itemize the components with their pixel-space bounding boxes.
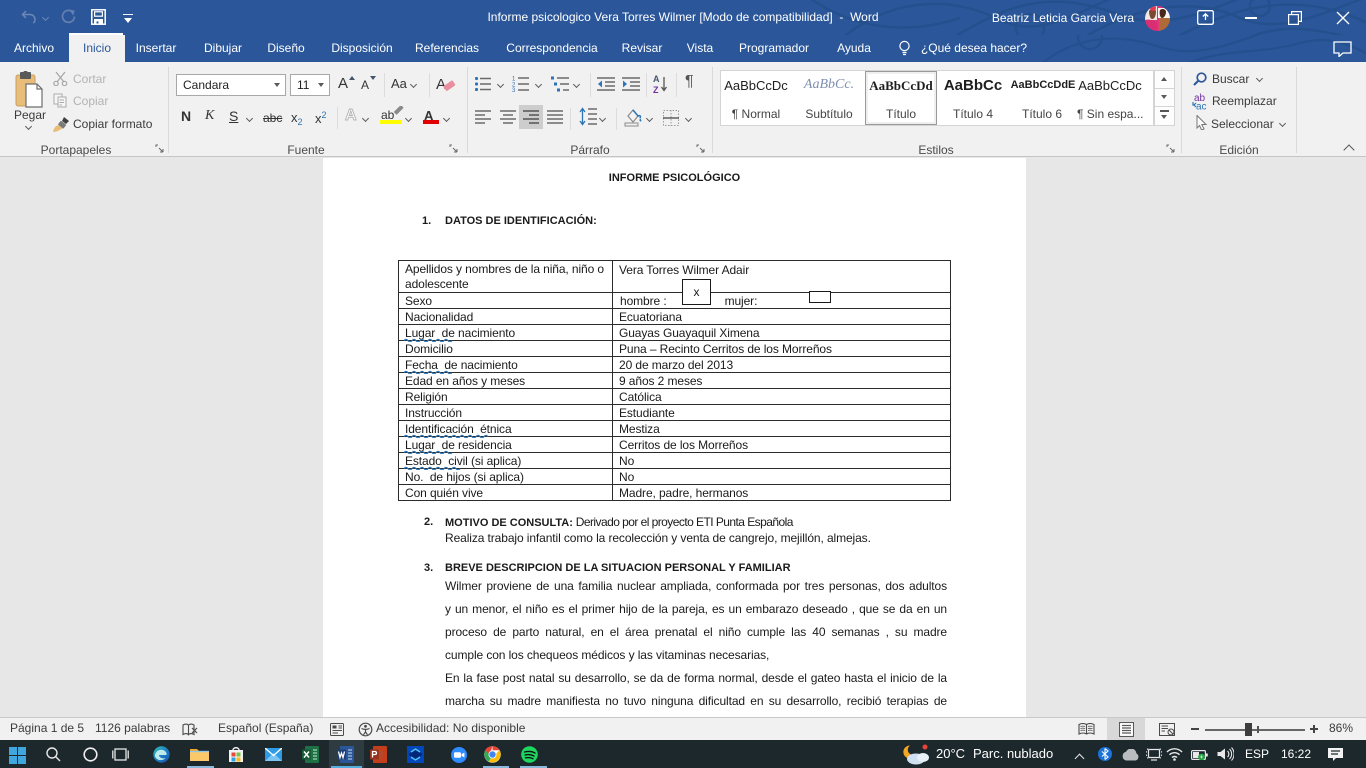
svg-text:Z: Z	[653, 85, 659, 94]
svg-text:A: A	[436, 76, 446, 93]
svg-text:A: A	[653, 74, 660, 84]
svg-text:3: 3	[512, 88, 516, 92]
svg-text:ac: ac	[1196, 102, 1207, 111]
